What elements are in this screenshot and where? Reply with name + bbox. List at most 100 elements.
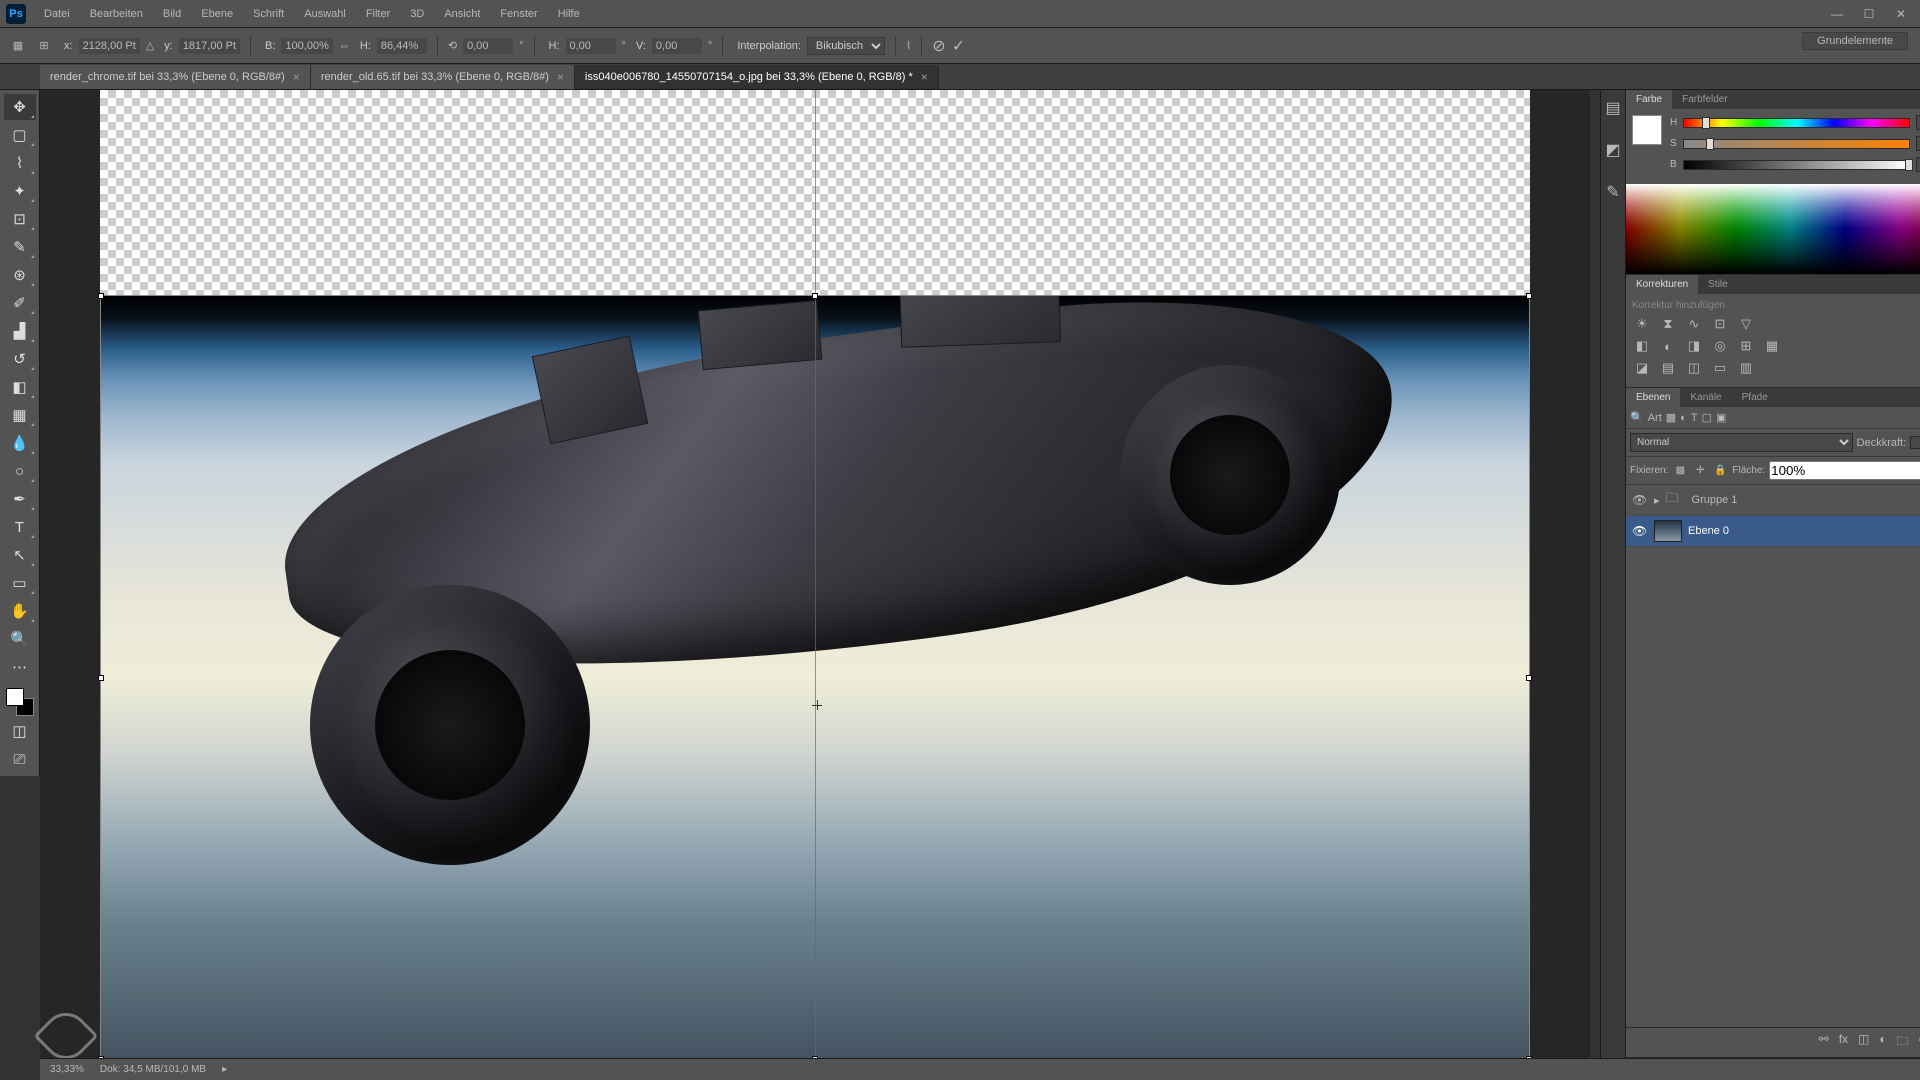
opacity-input[interactable] bbox=[1910, 436, 1920, 449]
search-icon[interactable]: 🔍 bbox=[1630, 411, 1644, 424]
move-tool[interactable]: ✥ bbox=[4, 94, 36, 120]
fill-input[interactable] bbox=[1769, 461, 1920, 480]
close-icon[interactable]: × bbox=[921, 70, 928, 84]
menu-datei[interactable]: Datei bbox=[36, 4, 78, 24]
status-arrow-icon[interactable]: ▸ bbox=[222, 1064, 227, 1075]
adj-selcolor-icon[interactable]: ▥ bbox=[1736, 359, 1756, 377]
magic-wand-tool[interactable]: ✦ bbox=[4, 178, 36, 204]
type-tool[interactable]: T bbox=[4, 514, 36, 540]
brushes-panel-icon[interactable]: ✎ bbox=[1601, 180, 1625, 204]
zoom-level[interactable]: 33,33% bbox=[50, 1064, 84, 1075]
y-field[interactable]: 1817,00 Pt bbox=[179, 38, 240, 54]
layer-name[interactable]: Gruppe 1 bbox=[1692, 494, 1738, 506]
expand-icon[interactable]: ▸ bbox=[1654, 494, 1660, 507]
adj-bw-icon[interactable]: ◨ bbox=[1684, 337, 1704, 355]
gradient-tool[interactable]: ▦ bbox=[4, 402, 36, 428]
adj-poster-icon[interactable]: ▤ bbox=[1658, 359, 1678, 377]
doc-tab-1[interactable]: render_old.65.tif bei 33,3% (Ebene 0, RG… bbox=[311, 65, 575, 89]
bri-slider[interactable] bbox=[1683, 160, 1910, 170]
tab-pfade[interactable]: Pfade bbox=[1732, 388, 1778, 407]
healing-tool[interactable]: ⊛ bbox=[4, 262, 36, 288]
menu-auswahl[interactable]: Auswahl bbox=[296, 4, 354, 24]
lasso-tool[interactable]: ⌇ bbox=[4, 150, 36, 176]
menu-fenster[interactable]: Fenster bbox=[492, 4, 545, 24]
adj-gradmap-icon[interactable]: ▭ bbox=[1710, 359, 1730, 377]
tab-kanaele[interactable]: Kanäle bbox=[1680, 388, 1731, 407]
adj-hue-icon[interactable]: ◧ bbox=[1632, 337, 1652, 355]
properties-panel-icon[interactable]: ◩ bbox=[1601, 138, 1625, 162]
link-layers-icon[interactable]: ⚯ bbox=[1819, 1032, 1829, 1053]
lock-all-icon[interactable]: 🔒 bbox=[1712, 465, 1728, 476]
stamp-tool[interactable]: ▟ bbox=[4, 318, 36, 344]
quickmask-icon[interactable]: ◫ bbox=[4, 718, 36, 744]
menu-schrift[interactable]: Schrift bbox=[245, 4, 292, 24]
layer-row-group[interactable]: 👁 ▸ 🗀 Gruppe 1 bbox=[1626, 485, 1920, 516]
menu-filter[interactable]: Filter bbox=[358, 4, 398, 24]
menu-ansicht[interactable]: Ansicht bbox=[436, 4, 488, 24]
color-swatches[interactable] bbox=[6, 688, 34, 716]
mask-icon[interactable]: ◫ bbox=[1858, 1032, 1869, 1053]
marquee-tool[interactable]: ▢ bbox=[4, 122, 36, 148]
hskew-field[interactable]: 0,00 bbox=[566, 38, 616, 54]
visibility-icon[interactable]: 👁 bbox=[1632, 524, 1648, 538]
blur-tool[interactable]: 💧 bbox=[4, 430, 36, 456]
workspace-selector[interactable]: Grundelemente bbox=[1802, 32, 1908, 50]
history-brush-tool[interactable]: ↺ bbox=[4, 346, 36, 372]
layer-thumbnail[interactable] bbox=[1654, 520, 1682, 542]
adj-brightness-icon[interactable]: ☀ bbox=[1632, 315, 1652, 333]
h-field[interactable]: 86,44% bbox=[377, 38, 427, 54]
doc-tab-0[interactable]: render_chrome.tif bei 33,3% (Ebene 0, RG… bbox=[40, 65, 311, 89]
doc-size[interactable]: Dok: 34,5 MB/101,0 MB bbox=[100, 1064, 206, 1075]
swap-xy-icon[interactable]: △ bbox=[146, 39, 154, 52]
filter-shape-icon[interactable]: ▢ bbox=[1702, 411, 1712, 424]
adj-levels-icon[interactable]: ⧗ bbox=[1658, 315, 1678, 333]
lock-pixels-icon[interactable]: ▩ bbox=[1672, 465, 1688, 476]
canvas-area[interactable] bbox=[40, 90, 1590, 1058]
rotate-field[interactable]: 0,00 bbox=[463, 38, 513, 54]
filter-adj-icon[interactable]: ◐ bbox=[1680, 412, 1687, 424]
transform-tool-icon[interactable]: ▦ bbox=[8, 36, 28, 56]
sat-slider[interactable] bbox=[1683, 139, 1910, 149]
cancel-transform-icon[interactable]: ⊘ bbox=[932, 36, 945, 56]
tab-farbfelder[interactable]: Farbfelder bbox=[1672, 90, 1738, 109]
hue-input[interactable] bbox=[1916, 115, 1920, 130]
close-button[interactable]: ✕ bbox=[1888, 5, 1914, 23]
visibility-icon[interactable]: 👁 bbox=[1632, 493, 1648, 507]
zoom-tool[interactable]: 🔍 bbox=[4, 626, 36, 652]
group-icon[interactable]: 🗀 bbox=[1897, 1032, 1909, 1053]
blend-mode-select[interactable]: Normal bbox=[1630, 433, 1853, 452]
brush-tool[interactable]: ✐ bbox=[4, 290, 36, 316]
foreground-color[interactable] bbox=[6, 688, 24, 706]
pen-tool[interactable]: ✒ bbox=[4, 486, 36, 512]
panel-color-swatch[interactable] bbox=[1632, 115, 1662, 145]
filter-smart-icon[interactable]: ▣ bbox=[1716, 411, 1726, 424]
eraser-tool[interactable]: ◧ bbox=[4, 374, 36, 400]
vertical-guide[interactable] bbox=[815, 90, 816, 1058]
close-icon[interactable]: × bbox=[557, 70, 564, 84]
filter-type-icon[interactable]: T bbox=[1691, 412, 1698, 424]
adj-threshold-icon[interactable]: ◫ bbox=[1684, 359, 1704, 377]
hue-slider[interactable] bbox=[1683, 118, 1910, 128]
adj-vibrance-icon[interactable]: ▽ bbox=[1736, 315, 1756, 333]
maximize-button[interactable]: ☐ bbox=[1856, 5, 1882, 23]
adj-lut-icon[interactable]: ▦ bbox=[1762, 337, 1782, 355]
adj-colorbal-icon[interactable]: ◐ bbox=[1658, 337, 1678, 355]
screenmode-icon[interactable]: ⎚ bbox=[4, 746, 36, 772]
adj-photo-icon[interactable]: ◎ bbox=[1710, 337, 1730, 355]
filter-pixel-icon[interactable]: ▩ bbox=[1666, 411, 1676, 424]
adj-exposure-icon[interactable]: ⊡ bbox=[1710, 315, 1730, 333]
menu-ebene[interactable]: Ebene bbox=[193, 4, 241, 24]
edit-toolbar-icon[interactable]: ⋯ bbox=[4, 654, 36, 680]
path-tool[interactable]: ↖ bbox=[4, 542, 36, 568]
menu-bearbeiten[interactable]: Bearbeiten bbox=[82, 4, 151, 24]
adj-invert-icon[interactable]: ◪ bbox=[1632, 359, 1652, 377]
menu-bild[interactable]: Bild bbox=[155, 4, 189, 24]
tab-korrekturen[interactable]: Korrekturen bbox=[1626, 275, 1698, 294]
adjustment-layer-icon[interactable]: ◐ bbox=[1879, 1032, 1886, 1053]
lock-position-icon[interactable]: ✛ bbox=[1692, 465, 1708, 476]
tab-ebenen[interactable]: Ebenen bbox=[1626, 388, 1680, 407]
color-spectrum[interactable] bbox=[1626, 184, 1920, 274]
commit-transform-icon[interactable]: ✓ bbox=[952, 36, 965, 56]
menu-hilfe[interactable]: Hilfe bbox=[550, 4, 588, 24]
adj-mixer-icon[interactable]: ⊞ bbox=[1736, 337, 1756, 355]
